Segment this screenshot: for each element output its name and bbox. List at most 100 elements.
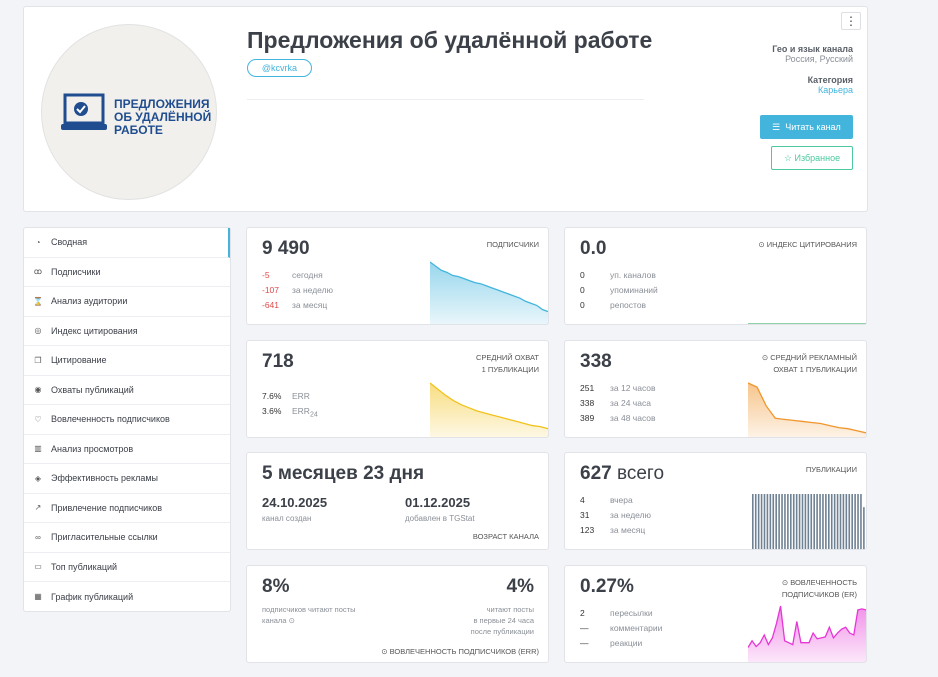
citation-stats: 0 уп. каналов 0 упоминаний 0 репостов bbox=[580, 268, 658, 313]
info-icon: ⊙ bbox=[288, 616, 295, 625]
sidebar-item[interactable]: ♡ Вовлеченность подписчиков bbox=[24, 405, 230, 435]
channel-handle-link[interactable]: @kcvrka bbox=[247, 59, 312, 77]
publications-card[interactable]: 627 всего ПУБЛИКАЦИИ 4 вчера 31 за неделю 12… bbox=[564, 452, 867, 550]
sidebar-icon: ◉ bbox=[34, 385, 42, 395]
sidebar-item-label: Индекс цитирования bbox=[51, 325, 138, 336]
publication-bar bbox=[860, 494, 862, 549]
sidebar-item[interactable]: ◔ Сводная bbox=[24, 228, 230, 258]
sidebar-icon: ↗ bbox=[34, 503, 42, 513]
citation-index-card[interactable]: 0.0 ⊙ ИНДЕКС ЦИТИРОВАНИЯ 0 уп. каналов 0 уп… bbox=[564, 227, 867, 325]
publication-bar bbox=[781, 494, 783, 549]
publication-bar bbox=[854, 494, 856, 549]
publication-bar bbox=[813, 494, 815, 549]
read-channel-button[interactable]: ☰ Читать канал bbox=[760, 115, 853, 139]
publication-bar bbox=[760, 494, 763, 549]
divider bbox=[247, 99, 644, 100]
publication-bar bbox=[775, 494, 777, 549]
favorite-button[interactable]: ☆ Избранное bbox=[771, 146, 853, 170]
category-link[interactable]: Карьера bbox=[808, 85, 853, 95]
publication-bar bbox=[822, 494, 824, 549]
channel-avatar: ПРЕДЛОЖЕНИЯ ОБ УДАЛЁННОЙ РАБОТЕ bbox=[41, 24, 217, 200]
sidebar-item[interactable]: ∞ Пригласительные ссылки bbox=[24, 523, 230, 553]
sidebar-item[interactable]: ꝏ Подписчики bbox=[24, 258, 230, 287]
sparkline-area bbox=[430, 262, 548, 324]
publication-bar bbox=[839, 494, 842, 549]
sidebar-item[interactable]: ▦ График публикаций bbox=[24, 582, 230, 612]
sidebar-icon: ◈ bbox=[34, 473, 42, 483]
sidebar-item[interactable]: ↗ Привлечение подписчиков bbox=[24, 494, 230, 523]
stat-row: 4 вчера bbox=[580, 495, 633, 505]
publication-bar bbox=[848, 494, 851, 549]
info-icon: ⊙ bbox=[758, 240, 765, 249]
ad-reach-stats: 251 за 12 часов 338 за 24 часа 389 за 48 часо… bbox=[580, 381, 656, 426]
sidebar-item-label: Охваты публикаций bbox=[51, 384, 134, 395]
stat-row: 338 за 24 часа bbox=[580, 398, 651, 408]
publication-bar bbox=[845, 494, 848, 549]
publication-bar bbox=[752, 494, 754, 549]
sidebar-item[interactable]: ▭ Топ публикаций bbox=[24, 553, 230, 582]
sidebar-icon: ▥ bbox=[34, 444, 42, 454]
stat-row: 251 за 12 часов bbox=[580, 383, 656, 393]
publication-bar bbox=[851, 494, 853, 549]
citation-sparkline bbox=[748, 323, 866, 324]
sidebar-item[interactable]: ◎ Индекс цитирования bbox=[24, 317, 230, 346]
stat-row: 0 репостов bbox=[580, 300, 647, 310]
sidebar-item[interactable]: ▥ Анализ просмотров bbox=[24, 435, 230, 464]
citation-value: 0.0 bbox=[580, 238, 607, 259]
publication-bar bbox=[769, 494, 772, 549]
er-label: ⊙ ВОВЛЕЧЕННОСТЬ ПОДПИСЧИКОВ (ER) bbox=[781, 578, 857, 599]
publication-bar bbox=[810, 494, 813, 549]
sidebar-icon: ◔ bbox=[35, 237, 41, 247]
sidebar-item[interactable]: ◈ Эффективность рекламы bbox=[24, 464, 230, 494]
channel-age-card[interactable]: 5 месяцев 23 дня 24.10.2025 канал создан … bbox=[246, 452, 549, 550]
publication-bar bbox=[863, 507, 865, 549]
publication-bar bbox=[778, 494, 780, 549]
publication-bar bbox=[784, 494, 786, 549]
sidebar-item[interactable]: ◉ Охваты публикаций bbox=[24, 376, 230, 405]
er-card[interactable]: 0.27% ⊙ ВОВЛЕЧЕННОСТЬ ПОДПИСЧИКОВ (ER) 2п… bbox=[564, 565, 867, 663]
more-menu-button[interactable]: ⋮ bbox=[841, 12, 861, 30]
publication-bar bbox=[790, 494, 792, 549]
publication-bar bbox=[833, 494, 836, 549]
sidebar-icon: ♡ bbox=[34, 414, 42, 424]
avg-reach-sparkline bbox=[430, 382, 548, 437]
sidebar-item[interactable]: ❐ Цитирование bbox=[24, 346, 230, 376]
channel-age-label: ВОЗРАСТ КАНАЛА bbox=[472, 532, 539, 541]
publication-bar bbox=[804, 494, 807, 549]
stat-row: -641 за месяц bbox=[262, 300, 328, 310]
subscribers-value: 9 490 bbox=[262, 238, 310, 259]
sidebar-icon: ▦ bbox=[34, 592, 42, 602]
err-card[interactable]: 8% подписчиков читают посты канала ⊙ 4% ч… bbox=[246, 565, 549, 663]
ad-reach-sparkline bbox=[748, 382, 866, 437]
channel-header: ПРЕДЛОЖЕНИЯ ОБ УДАЛЁННОЙ РАБОТЕ Предложени… bbox=[23, 6, 868, 212]
added-date: 01.12.2025 добавлен в TGStat bbox=[405, 495, 475, 523]
ad-reach-card[interactable]: 338 ⊙ СРЕДНИЙ РЕКЛАМНЫЙ ОХВАТ 1 ПУБЛИКАЦИ… bbox=[564, 340, 867, 438]
publication-bar bbox=[763, 494, 766, 549]
sidebar-item-label: Подписчики bbox=[51, 266, 101, 277]
sidebar-item[interactable]: ⌛ Анализ аудитории bbox=[24, 287, 230, 317]
avg-reach-value: 718 bbox=[262, 351, 294, 372]
er-value: 0.27% bbox=[580, 576, 634, 597]
sidebar-icon: ◎ bbox=[34, 326, 42, 336]
stat-row: 0 упоминаний bbox=[580, 285, 658, 295]
publication-bar bbox=[825, 494, 827, 549]
stat-row: 0 уп. каналов bbox=[580, 270, 656, 280]
publication-bar bbox=[757, 494, 760, 549]
avg-reach-card[interactable]: 718 СРЕДНИЙ ОХВАТ 1 ПУБЛИКАЦИИ 7.6% ERR 3.… bbox=[246, 340, 549, 438]
category-info: Категория Карьера bbox=[807, 75, 853, 95]
laptop-check-icon bbox=[61, 93, 107, 130]
subscribers-changes: -5 сегодня -107 за неделю -641 за месяц bbox=[262, 268, 333, 313]
stat-row: -5 сегодня bbox=[262, 270, 323, 280]
err24-description: читают посты в первые 24 часа после публик… bbox=[470, 605, 534, 636]
publication-bar bbox=[819, 494, 821, 549]
sidebar-item-label: Анализ просмотров bbox=[51, 443, 134, 454]
sidebar-item-label: Сводная bbox=[51, 237, 88, 248]
subscribers-card[interactable]: 9 490 ПОДПИСЧИКИ -5 сегодня -107 за неделю -… bbox=[246, 227, 549, 325]
sidebar-icon: ꝏ bbox=[33, 267, 43, 277]
sidebar-icon: ❐ bbox=[34, 355, 42, 365]
list-icon: ☰ bbox=[772, 122, 781, 132]
publication-bar bbox=[836, 494, 839, 549]
sparkline-area bbox=[748, 606, 866, 662]
avg-reach-label: СРЕДНИЙ ОХВАТ 1 ПУБЛИКАЦИИ bbox=[475, 353, 539, 374]
geo-info: Гео и язык канала Россия, Русский bbox=[772, 44, 853, 64]
